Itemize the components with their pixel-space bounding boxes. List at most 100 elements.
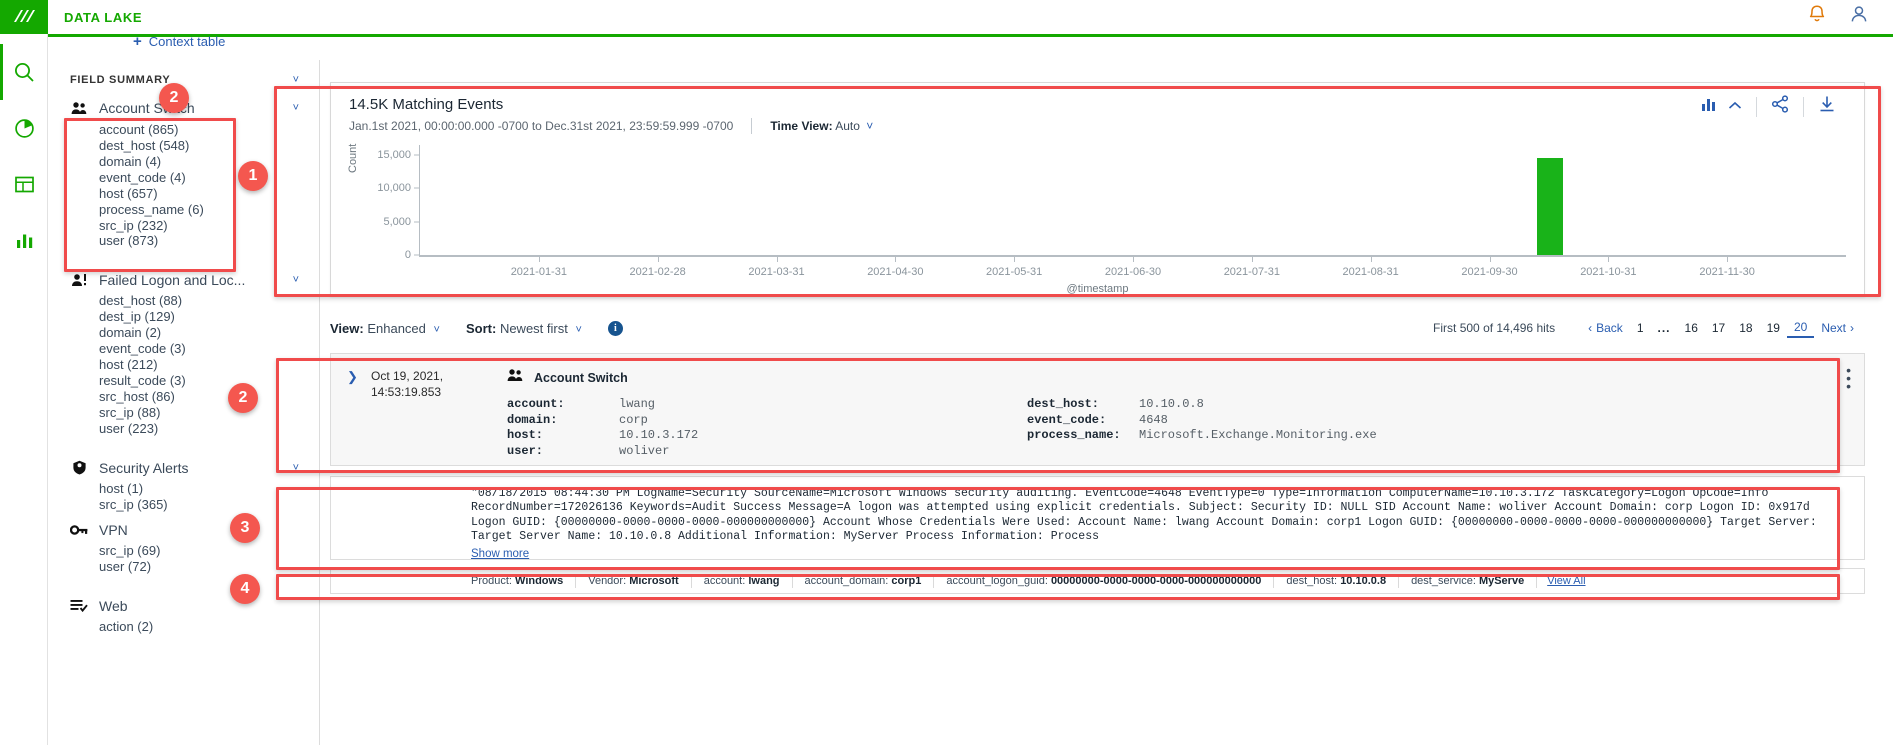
rail-item-search[interactable]	[0, 44, 48, 100]
field-value[interactable]: 10.10.3.172	[619, 428, 698, 444]
field-item[interactable]: process_name (6)	[99, 202, 305, 218]
page-20-button-current[interactable]: 20	[1786, 318, 1815, 338]
field-item[interactable]: host (657)	[99, 186, 305, 202]
field-item[interactable]: event_code (3)	[99, 342, 305, 358]
rail-item-tables[interactable]	[0, 156, 48, 212]
field-group-label: Account Switch	[99, 100, 195, 116]
page-16-button[interactable]: 16	[1678, 319, 1705, 337]
event-field-column-left: account: domain: host: user: lwang corp …	[507, 397, 1027, 459]
field-item[interactable]: user (72)	[99, 559, 305, 576]
view-all-link[interactable]: View All	[1537, 575, 1595, 587]
field-item[interactable]: domain (4)	[99, 154, 305, 170]
meta-item-account[interactable]: account: lwang	[692, 574, 793, 588]
page-19-button[interactable]: 19	[1760, 319, 1787, 337]
top-header-bar: DATA LAKE	[48, 0, 1893, 34]
chevron-up-icon[interactable]	[1728, 98, 1742, 116]
event-type-header: Account Switch	[507, 368, 1848, 387]
field-item[interactable]: dest_host (548)	[99, 138, 305, 154]
chevron-down-icon[interactable]: ˅	[293, 102, 299, 114]
meta-item-product[interactable]: Product: Windows	[459, 574, 577, 588]
sort-label: Sort:	[465, 320, 497, 336]
field-value[interactable]: woliver	[619, 444, 698, 460]
field-item[interactable]: user (223)	[99, 421, 305, 438]
event-metadata-bar: Product: Windows Vendor: Microsoft accou…	[330, 568, 1865, 594]
rail-item-analytics[interactable]	[0, 212, 48, 268]
field-item[interactable]: src_ip (232)	[99, 218, 305, 234]
expand-event-button[interactable]: ❯	[347, 368, 371, 465]
add-context-table-button[interactable]: + Context table	[133, 34, 225, 49]
field-item[interactable]: dest_host (88)	[99, 294, 305, 310]
bell-icon[interactable]	[1807, 4, 1827, 30]
chart-bar[interactable]	[1537, 158, 1564, 255]
chevron-down-icon[interactable]: ˅	[293, 274, 299, 286]
user-account-icon[interactable]	[1849, 4, 1869, 30]
pagination-back-button[interactable]: ‹ Back	[1581, 319, 1630, 337]
field-item[interactable]: host (1)	[99, 481, 305, 498]
field-item[interactable]: src_host (86)	[99, 389, 305, 406]
download-icon[interactable]	[1818, 95, 1836, 118]
view-mode-dropdown[interactable]: View: Enhanced ˅	[330, 321, 440, 336]
chevron-right-icon: ›	[1850, 321, 1854, 335]
chart-view-controls	[1687, 96, 1756, 117]
chevron-up-icon[interactable]: ˅	[293, 74, 299, 86]
field-item[interactable]: event_code (4)	[99, 170, 305, 186]
meta-item-dest-service[interactable]: dest_service: MyServe	[1399, 574, 1538, 588]
field-group-web: Web action (2)	[70, 592, 305, 636]
page-1-button[interactable]: 1	[1630, 319, 1651, 337]
field-item[interactable]: action (2)	[99, 619, 305, 636]
x-tick-label: 2021-04-30	[867, 266, 924, 278]
field-group-header[interactable]: VPN	[70, 516, 305, 544]
divider	[751, 118, 753, 134]
field-group-header[interactable]: Web	[70, 592, 305, 620]
field-item[interactable]: src_ip (88)	[99, 405, 305, 422]
field-item[interactable]: account (865)	[99, 122, 305, 138]
chevron-down-icon: ˅	[866, 119, 874, 133]
x-tick-mark	[895, 257, 897, 262]
field-item[interactable]: domain (2)	[99, 326, 305, 342]
event-body: Account Switch account: domain: host: us…	[491, 368, 1848, 465]
sort-dropdown[interactable]: Sort: Newest first ˅	[466, 321, 582, 336]
meta-item-dest-host[interactable]: dest_host: 10.10.0.8	[1274, 574, 1400, 588]
field-item[interactable]: host (212)	[99, 358, 305, 374]
field-value[interactable]: lwang	[619, 397, 698, 413]
chevron-down-icon[interactable]: ˅	[293, 462, 299, 474]
x-tick-label: 2021-01-31	[510, 266, 567, 278]
page-17-button[interactable]: 17	[1705, 319, 1732, 337]
meta-value: corp1	[891, 574, 922, 587]
data-lake-logo-icon	[12, 8, 36, 26]
field-value[interactable]: 10.10.0.8	[1139, 397, 1377, 413]
share-icon[interactable]	[1771, 95, 1789, 118]
time-view-dropdown[interactable]: Time View: Auto ˅	[770, 119, 873, 133]
field-item[interactable]: dest_ip (129)	[99, 310, 305, 326]
field-item[interactable]: result_code (3)	[99, 373, 305, 390]
field-value[interactable]: Microsoft.Exchange.Monitoring.exe	[1139, 428, 1377, 444]
x-tick-mark	[1133, 257, 1134, 262]
vertical-dots-icon[interactable]: • • •	[1846, 363, 1852, 393]
x-tick-mark	[1489, 257, 1491, 262]
field-group-header[interactable]: Security Alerts ˅	[70, 454, 305, 482]
pagination-next-button[interactable]: Next ›	[1814, 319, 1861, 337]
app-logo[interactable]	[0, 0, 48, 34]
meta-item-vendor[interactable]: Vendor: Microsoft	[576, 574, 692, 588]
info-icon[interactable]: i	[607, 320, 623, 336]
bar-chart-icon[interactable]	[1701, 96, 1719, 117]
field-value[interactable]: corp	[619, 413, 698, 429]
y-tick-label: 0	[404, 249, 411, 261]
rail-item-insights[interactable]	[0, 100, 48, 156]
field-group-failed-logon: Failed Logon and Loc... ˅ dest_host (88)…	[70, 266, 305, 438]
chevron-down-icon: ˅	[433, 323, 440, 336]
field-item[interactable]: src_ip (365)	[99, 497, 305, 514]
field-group-header[interactable]: Account Switch ˅	[70, 94, 305, 122]
meta-item-account-domain[interactable]: account_domain: corp1	[793, 574, 935, 588]
field-value[interactable]: 4648	[1139, 413, 1377, 429]
page-18-button[interactable]: 18	[1732, 319, 1759, 337]
share-group	[1757, 95, 1803, 118]
meta-item-account-logon-guid[interactable]: account_logon_guid: 00000000-0000-0000-0…	[934, 574, 1275, 588]
x-tick-label: 2021-05-31	[986, 266, 1043, 278]
field-item[interactable]: user (873)	[99, 234, 305, 250]
field-item[interactable]: src_ip (69)	[99, 543, 305, 560]
show-more-button[interactable]: Show more	[471, 548, 529, 559]
field-group-header[interactable]: Failed Logon and Loc... ˅	[70, 266, 305, 294]
field-group-label: Failed Logon and Loc...	[99, 271, 246, 288]
